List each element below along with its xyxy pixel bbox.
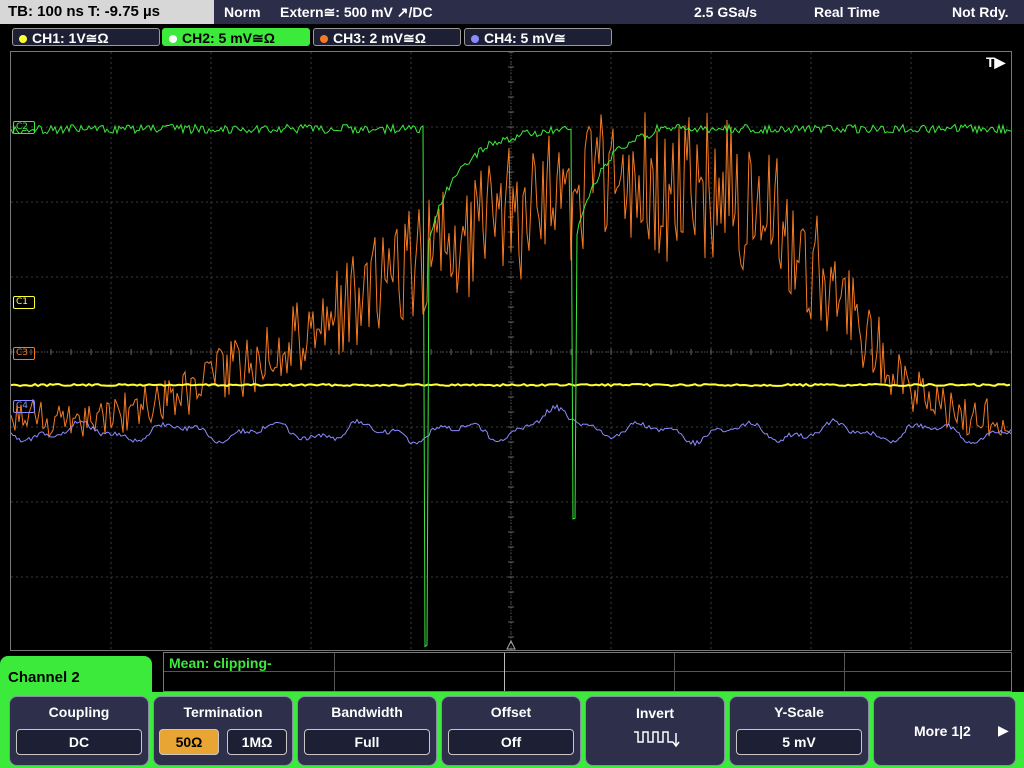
termination-50ohm-option[interactable]: 50Ω [159,729,219,755]
measurement-divider [844,653,845,691]
coupling-title: Coupling [48,704,110,720]
termination-title: Termination [183,704,263,720]
channel-tab-ch4[interactable]: CH4: 5 mV≅ [464,28,612,46]
inverted-pulse-icon [634,731,680,748]
waveform-canvas [11,52,1011,650]
more-softkey[interactable]: More 1|2 ▶ [873,696,1016,766]
invert-softkey[interactable]: Invert [585,696,725,766]
next-page-arrow-icon: ▶ [998,722,1009,738]
channel-tab-label: CH3: 2 mV≅Ω [333,30,426,46]
ch1-color-dot [19,35,27,43]
y-scale-value[interactable]: 5 mV [736,729,862,755]
ch4-ground-marker[interactable]: C4 [13,400,36,413]
sample-rate: 2.5 GSa/s [694,4,758,20]
ch2-color-dot [169,35,177,43]
measurement-mean: Mean: clipping- [169,655,272,671]
channel-tab-ch1[interactable]: CH1: 1V≅Ω [12,28,160,46]
acquisition-mode[interactable]: Real Time [814,0,880,24]
trigger-mode[interactable]: Norm [224,0,261,24]
coupling-value[interactable]: DC [16,729,142,755]
measurement-divider [504,653,505,691]
offset-value[interactable]: Off [448,729,574,755]
measurement-divider [164,671,1011,672]
trigger-source[interactable]: Extern≅: 500 mV ↗/DC [280,0,433,24]
y-scale-softkey[interactable]: Y-Scale 5 mV [729,696,869,766]
termination-1mohm-option[interactable]: 1MΩ [227,729,287,755]
ch3-ground-marker[interactable]: C3 [13,347,36,360]
trigger-state: Not Rdy. [952,4,1009,20]
ch4-color-dot [471,35,479,43]
termination-softkey[interactable]: Termination 50Ω 1MΩ [153,696,293,766]
menu-title: Channel 2 [8,669,80,686]
bandwidth-value[interactable]: Full [304,729,430,755]
ch1-waveform [11,382,1011,388]
measurement-divider [674,653,675,691]
measurement-divider [334,653,335,691]
bandwidth-title: Bandwidth [331,704,403,720]
more-label: More 1|2 [914,723,971,739]
measurement-panel[interactable]: Mean: clipping- [163,652,1012,692]
ch1-ground-marker[interactable]: C1 [13,296,36,309]
waveform-display[interactable]: T▶ C1 C3 C4 C2 [10,51,1012,651]
y-scale-title: Y-Scale [774,704,824,720]
bandwidth-softkey[interactable]: Bandwidth Full [297,696,437,766]
timebase-readout[interactable]: TB: 100 ns T: -9.75 µs [0,0,214,24]
channel-tab-label: CH2: 5 mV≅Ω [182,30,275,46]
ch3-color-dot [320,35,328,43]
offset-title: Offset [490,704,532,720]
channel-tab-label: CH4: 5 mV≅ [484,30,566,46]
offset-softkey[interactable]: Offset Off [441,696,581,766]
invert-title: Invert [635,705,675,721]
ch2-ground-marker[interactable]: C2 [13,121,36,134]
graticule [11,52,1011,650]
channel-tab-label: CH1: 1V≅Ω [32,30,109,46]
channel-tab-ch2[interactable]: CH2: 5 mV≅Ω [162,28,310,46]
channel-tab-ch3[interactable]: CH3: 2 mV≅Ω [313,28,461,46]
coupling-softkey[interactable]: Coupling DC [9,696,149,766]
trigger-offset-indicator: T▶ [986,54,1006,70]
